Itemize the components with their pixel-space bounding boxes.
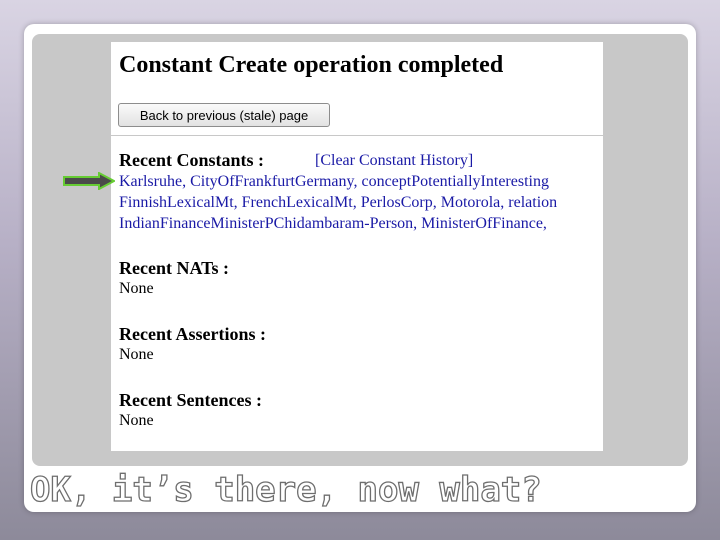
constant-separator: , [233,194,242,211]
recent-constants-section: Recent Constants : [119,150,264,172]
page-title: Constant Create operation completed [119,52,504,78]
constants-line: Karlsruhe, CityOfFrankfurtGermany, conce… [119,173,549,191]
recent-assertions-section: Recent Assertions : [119,324,266,346]
recent-nats-heading: Recent NATs : [119,258,229,278]
recent-nats-value: None [119,280,154,297]
constant-link[interactable]: CityOfFrankfurtGermany [190,173,353,190]
constant-link[interactable]: Motorola [441,194,501,211]
constant-link[interactable]: FinnishLexicalMt [119,194,234,211]
constants-line: IndianFinanceMinisterPChidambaram-Person… [119,215,547,233]
recent-assertions-value: None [119,346,154,363]
constant-link[interactable]: Karlsruhe [119,173,182,190]
constant-link[interactable]: IndianFinanceMinisterPChidambaram-Person [119,215,413,232]
recent-sentences-heading: Recent Sentences : [119,390,262,410]
constant-separator: , [542,215,547,232]
constant-link[interactable]: PerlosCorp [361,194,433,211]
divider [111,135,603,136]
recent-sentences-value: None [119,412,154,429]
constant-link[interactable]: conceptPotentiallyInteresting [361,173,549,190]
slide-caption: OK, it’s there, now what? [29,469,542,510]
recent-nats-section: Recent NATs : [119,258,229,280]
recent-assertions-heading: Recent Assertions : [119,324,266,344]
recent-sentences-section: Recent Sentences : [119,390,262,412]
constant-link[interactable]: MinisterOfFinance [421,215,543,232]
right-arrow-icon [63,172,115,190]
recent-constants-heading: Recent Constants : [119,150,264,170]
browser-page: Constant Create operation completed Back… [111,42,603,451]
constant-separator: , [182,173,191,190]
constant-separator: , [413,215,422,232]
constant-separator: , [352,194,361,211]
back-to-previous-button[interactable]: Back to previous (stale) page [118,103,330,127]
clear-constant-history-link[interactable]: [Clear Constant History] [315,152,473,170]
constant-separator: , [432,194,441,211]
constant-link[interactable]: relation [508,194,557,211]
constant-link[interactable]: FrenchLexicalMt [242,194,353,211]
constants-line: FinnishLexicalMt, FrenchLexicalMt, Perlo… [119,194,557,212]
